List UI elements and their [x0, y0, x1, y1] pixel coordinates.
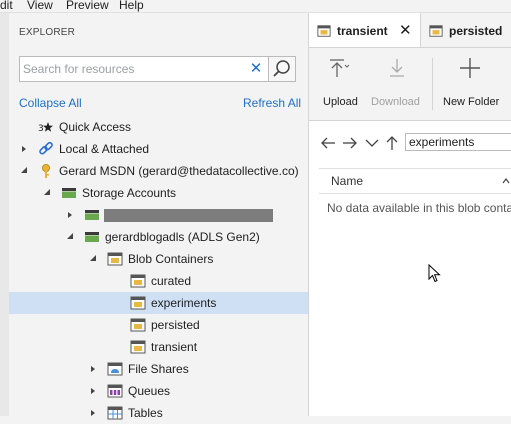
tree-item-local-attached[interactable]: Local & Attached [9, 138, 308, 160]
file-shares-icon [107, 362, 123, 376]
tree-item-storage-account-redacted[interactable] [9, 204, 308, 226]
tree-label: experiments [151, 296, 217, 310]
chevron-right-icon[interactable] [88, 380, 98, 402]
tree-item-experiments[interactable]: experiments [9, 292, 308, 314]
tree-label: curated [151, 274, 192, 288]
tree-item-persisted[interactable]: persisted [9, 314, 308, 336]
blob-container-icon [130, 296, 146, 310]
tree-item-storage-accounts[interactable]: Storage Accounts [9, 182, 308, 204]
navigation-bar [309, 131, 511, 155]
storage-account-icon [85, 232, 99, 242]
tab-bar: transient ✕ persisted [309, 13, 511, 48]
refresh-all-link[interactable]: Refresh All [243, 96, 301, 110]
empty-message: No data available in this blob conta [327, 201, 511, 215]
menu-edit[interactable]: dit [0, 0, 13, 12]
blob-containers-icon [107, 252, 123, 266]
key-icon [42, 164, 50, 178]
upload-icon [330, 59, 350, 77]
chevron-down-icon[interactable] [88, 248, 98, 270]
forward-arrow-icon[interactable] [341, 134, 359, 152]
storage-account-icon [62, 188, 76, 198]
path-input[interactable] [405, 133, 511, 151]
chevron-right-icon[interactable] [19, 138, 29, 160]
collapse-all-link[interactable]: Collapse All [19, 96, 82, 110]
link-icon [39, 141, 53, 155]
chevron-down-icon[interactable] [65, 226, 75, 248]
sort-chevron-icon[interactable] [501, 176, 511, 186]
tree-label: File Shares [128, 362, 189, 376]
new-folder-button[interactable]: New Folder [442, 48, 502, 120]
search-button[interactable] [268, 56, 296, 82]
toolbar-divider [432, 58, 433, 110]
tree-label: Gerard MSDN (gerard@thedatacollective.co… [59, 164, 299, 178]
tree-item-transient[interactable]: transient [9, 336, 308, 358]
tab-label: persisted [449, 24, 503, 38]
clear-icon[interactable]: ✕ [248, 60, 264, 78]
tree-item-account[interactable]: Gerard MSDN (gerard@thedatacollective.co… [9, 160, 308, 182]
tables-icon [107, 406, 123, 420]
plus-icon [460, 58, 480, 78]
tree-item-curated[interactable]: curated [9, 270, 308, 292]
storage-account-icon [85, 210, 99, 220]
tree-item-quick-access[interactable]: 3 Quick Access [9, 116, 308, 138]
pin-star-icon: 3 [38, 122, 53, 134]
chevron-right-icon[interactable] [88, 358, 98, 380]
download-label: Download [371, 96, 420, 108]
blob-container-icon [130, 340, 146, 354]
chevron-down-icon[interactable] [363, 134, 381, 152]
download-icon [390, 59, 404, 77]
chevron-down-icon[interactable] [19, 160, 29, 182]
tree-item-adls[interactable]: gerardblogadls (ADLS Gen2) [9, 226, 308, 248]
chevron-down-icon[interactable] [42, 182, 52, 204]
menu-view[interactable]: View [27, 0, 53, 12]
tree-label: Tables [128, 406, 163, 420]
search-input[interactable] [23, 60, 237, 78]
up-arrow-icon[interactable] [383, 134, 401, 152]
back-arrow-icon[interactable] [319, 134, 337, 152]
toolbar: Upload Download New Folder [309, 48, 511, 121]
tree-label: Queues [128, 384, 171, 398]
search-icon [273, 60, 290, 77]
tree-item-file-shares[interactable]: File Shares [9, 358, 308, 380]
redacted-label [104, 209, 273, 222]
blob-container-icon [429, 25, 443, 37]
blob-container-icon [130, 318, 146, 332]
blob-container-icon [317, 25, 331, 37]
tab-transient[interactable]: transient ✕ [309, 13, 421, 47]
menu-preview[interactable]: Preview [66, 0, 109, 12]
tree-label: gerardblogadls (ADLS Gen2) [105, 230, 260, 244]
chevron-right-icon[interactable] [65, 204, 75, 226]
mouse-cursor-icon [428, 264, 441, 283]
explorer-panel: EXPLORER ✕ Collapse All Refresh All 3 Qu… [9, 13, 309, 420]
tree-label: Blob Containers [128, 252, 214, 266]
chevron-right-icon[interactable] [88, 402, 98, 424]
tree-label: transient [151, 340, 198, 354]
menu-help[interactable]: Help [119, 0, 144, 12]
tree-label: persisted [151, 318, 200, 332]
tree-label: Storage Accounts [82, 186, 177, 200]
queues-icon [107, 384, 123, 398]
svg-text:3: 3 [38, 124, 44, 134]
tab-label: transient [337, 24, 388, 38]
blob-container-icon [130, 274, 146, 288]
tab-persisted[interactable]: persisted [421, 13, 511, 47]
tree-label: Local & Attached [59, 142, 150, 156]
tree-item-queues[interactable]: Queues [9, 380, 308, 402]
activity-bar [0, 13, 9, 416]
tree-label: Quick Access [59, 120, 132, 134]
download-button[interactable]: Download [371, 48, 423, 120]
search-box: ✕ [19, 56, 269, 82]
upload-button[interactable]: Upload [319, 48, 359, 120]
column-header: Name [319, 168, 511, 194]
menu-bar: dit View Preview Help [0, 0, 511, 13]
column-name-header[interactable]: Name [331, 174, 363, 188]
explorer-title: EXPLORER [19, 27, 76, 38]
new-folder-label: New Folder [443, 96, 500, 108]
blob-list-panel: Name No data available in this blob cont… [309, 121, 511, 416]
tree-item-blob-containers[interactable]: Blob Containers [9, 248, 308, 270]
upload-label: Upload [323, 96, 358, 108]
close-icon[interactable]: ✕ [399, 21, 412, 39]
tree-item-tables[interactable]: Tables [9, 402, 308, 424]
